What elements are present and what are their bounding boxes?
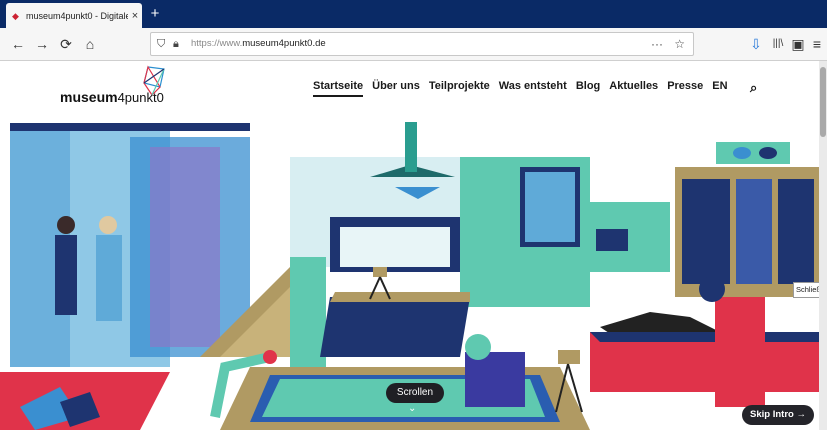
library-icon[interactable]: |||\ [768,34,788,54]
url-prefix: https://www. [191,38,243,49]
lock-icon[interactable]: 🔒︎ [173,33,179,55]
nav-language-en[interactable]: EN [712,80,727,97]
nav-was-entsteht[interactable]: Was entsteht [499,80,567,97]
scrollbar-thumb[interactable] [820,67,826,137]
reload-button[interactable]: ⟳ [56,34,76,54]
bookmark-star-icon[interactable]: ☆ [674,33,685,55]
logo-suffix: 4punkt0 [117,90,164,105]
forward-button[interactable]: → [32,34,52,54]
url-domain: museum4punkt0.de [242,38,326,49]
url-text: https://www.museum4punkt0.de [191,33,326,55]
skip-intro-button[interactable]: Skip Intro → [742,405,814,425]
main-navigation: Startseite Über uns Teilprojekte Was ent… [313,80,728,97]
site-logo[interactable]: museum4punkt0 [60,89,164,105]
tab-title: museum4punkt0 - Digitale Str [26,10,128,21]
web-page: museum4punkt0 Startseite Über uns Teilpr… [0,61,827,430]
page-actions-button[interactable]: ··· [651,33,663,55]
nav-teilprojekte[interactable]: Teilprojekte [429,80,490,97]
nav-blog[interactable]: Blog [576,80,600,97]
scroll-button[interactable]: Scrollen [386,383,444,403]
menu-icon[interactable]: ≡ [807,34,827,54]
search-icon[interactable]: ⌕ [750,80,757,96]
shield-icon[interactable]: ⛉ [157,33,165,55]
new-tab-button[interactable]: + [148,5,162,22]
sidebar-icon[interactable]: ▣ [788,34,808,54]
nav-ueber-uns[interactable]: Über uns [372,80,420,97]
nav-aktuelles[interactable]: Aktuelles [609,80,658,97]
address-bar[interactable]: ⛉ 🔒︎ https://www.museum4punkt0.de ··· ☆ [150,32,694,56]
nav-startseite[interactable]: Startseite [313,80,364,97]
favicon-icon: ◆ [12,10,19,21]
browser-tab-bar: ◆ museum4punkt0 - Digitale Str × + [0,0,827,28]
download-icon[interactable]: ⇩ [746,34,766,54]
home-button[interactable]: ⌂ [80,34,100,54]
logo-main: museum [60,89,118,105]
nav-presse[interactable]: Presse [667,80,703,97]
browser-toolbar: ← → ⟳ ⌂ ⛉ 🔒︎ https://www.museum4punkt0.d… [0,28,827,61]
chevron-down-icon[interactable]: ⌄ [408,403,416,414]
back-button[interactable]: ← [8,34,28,54]
tab-close-button[interactable]: × [128,10,142,22]
browser-tab[interactable]: ◆ museum4punkt0 - Digitale Str × [6,3,142,28]
